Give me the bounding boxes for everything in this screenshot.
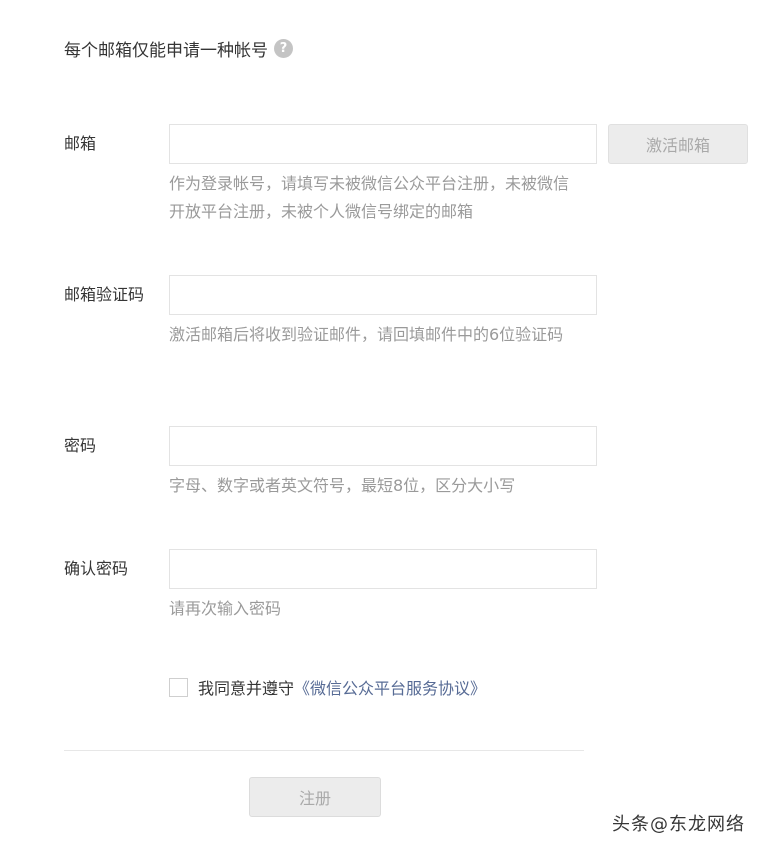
verification-code-input[interactable]: [169, 275, 597, 315]
email-input[interactable]: [169, 124, 597, 164]
notice-text: 每个邮箱仅能申请一种帐号: [64, 40, 268, 61]
divider: [64, 750, 584, 751]
password-label: 密码: [64, 436, 97, 455]
account-notice: 每个邮箱仅能申请一种帐号 ?: [64, 36, 293, 61]
code-label: 邮箱验证码: [64, 285, 145, 304]
confirm-password-hint: 请再次输入密码: [169, 599, 282, 618]
password-input[interactable]: [169, 426, 597, 466]
code-hint: 激活邮箱后将收到验证邮件，请回填邮件中的6位验证码: [169, 325, 564, 344]
agreement-row: 我同意并遵守 《微信公众平台服务协议》: [169, 675, 486, 699]
register-button[interactable]: 注册: [249, 777, 381, 817]
help-icon[interactable]: ?: [274, 38, 293, 58]
confirm-password-label: 确认密码: [64, 559, 129, 578]
activate-email-button[interactable]: 激活邮箱: [608, 124, 748, 164]
agreement-checkbox[interactable]: [169, 677, 188, 697]
agreement-text: 我同意并遵守: [198, 679, 295, 698]
watermark: 头条@东龙网络: [612, 814, 745, 835]
password-hint: 字母、数字或者英文符号，最短8位，区分大小写: [169, 476, 516, 495]
email-label: 邮箱: [64, 134, 97, 153]
service-agreement-link[interactable]: 《微信公众平台服务协议》: [294, 675, 486, 699]
email-hint: 作为登录帐号，请填写未被微信公众平台注册，未被微信开放平台注册，未被个人微信号绑…: [169, 174, 570, 221]
confirm-password-input[interactable]: [169, 549, 597, 589]
